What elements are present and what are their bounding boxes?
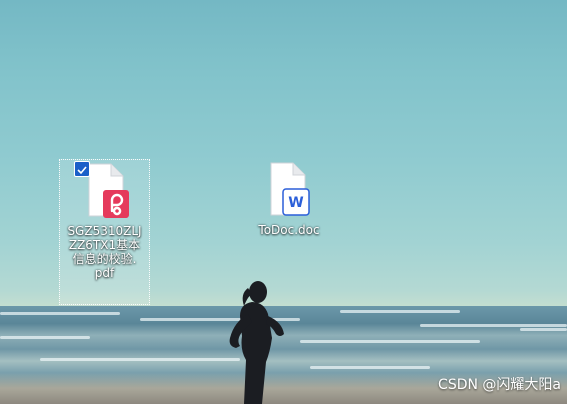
doc-file-label: ToDoc.doc bbox=[258, 223, 320, 237]
word-file-icon: W bbox=[265, 161, 313, 219]
desktop[interactable]: SGZ5310ZLJ ZZ6TX1基本 信息的校验. pdf W ToDoc.d… bbox=[0, 0, 567, 404]
watermark-text: CSDN @闪耀大阳a bbox=[438, 377, 561, 393]
runner-silhouette bbox=[229, 281, 284, 404]
selection-checkbox-icon[interactable] bbox=[74, 161, 90, 177]
desktop-icon-doc[interactable]: W ToDoc.doc bbox=[245, 159, 333, 249]
pdf-file-label: SGZ5310ZLJ ZZ6TX1基本 信息的校验. pdf bbox=[67, 224, 142, 280]
svg-text:W: W bbox=[288, 195, 303, 211]
desktop-icon-pdf[interactable]: SGZ5310ZLJ ZZ6TX1基本 信息的校验. pdf bbox=[59, 159, 150, 305]
